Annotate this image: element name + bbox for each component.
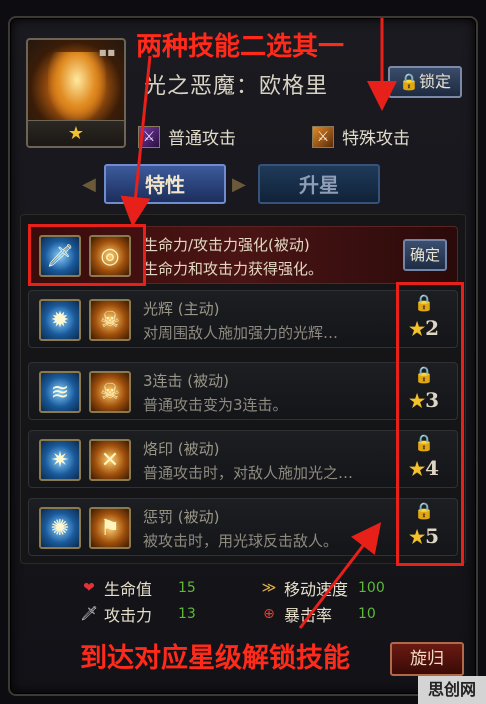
annotation-arrows bbox=[120, 18, 397, 629]
watermark-logo: 思创网 bbox=[418, 676, 486, 704]
arrow-to-skill-choice bbox=[120, 55, 152, 227]
annotation-top: 两种技能二选其一 bbox=[136, 32, 345, 62]
arrow-to-star-requirement bbox=[298, 522, 382, 629]
annotation-bottom: 到达对应星级解锁技能 bbox=[80, 643, 350, 674]
